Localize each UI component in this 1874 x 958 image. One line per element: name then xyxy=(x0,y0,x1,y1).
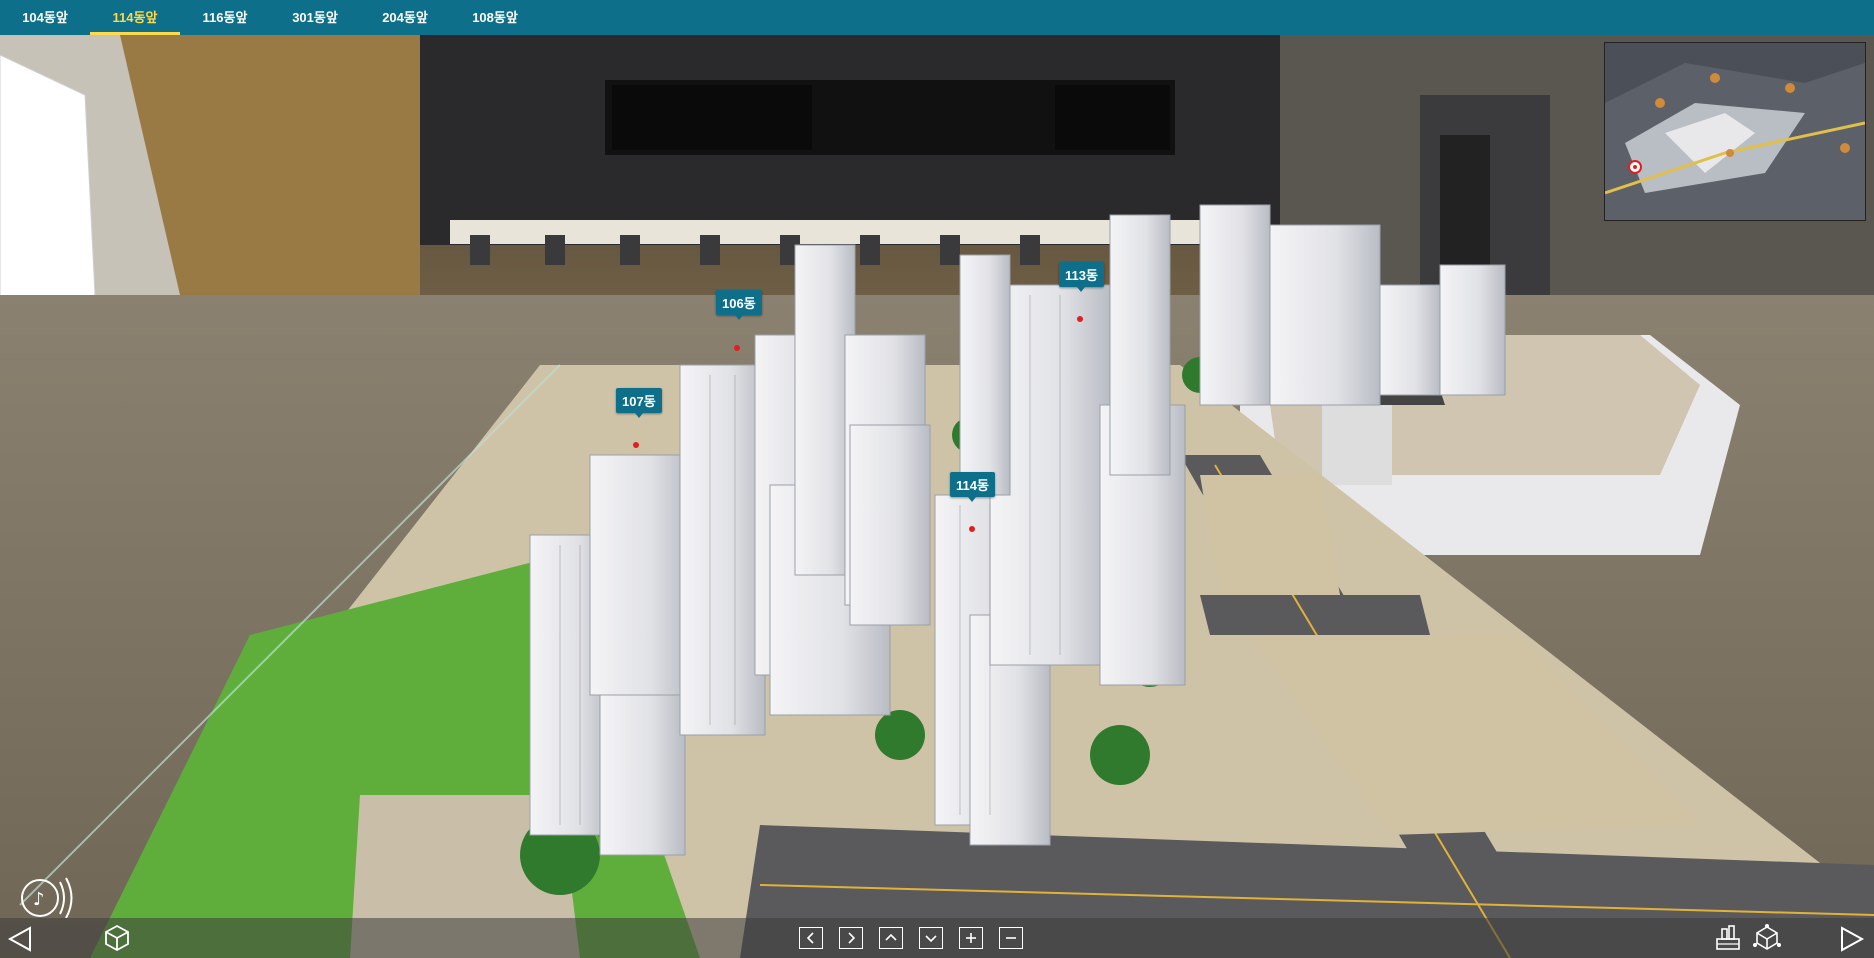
gyro-view-icon[interactable] xyxy=(1752,923,1782,958)
chevron-down-icon xyxy=(925,935,937,943)
chevron-up-icon xyxy=(885,933,897,941)
label-building-107[interactable]: 107동 xyxy=(616,388,662,418)
pan-left-button[interactable] xyxy=(799,927,823,949)
bottom-control-bar: ♪ xyxy=(0,877,1874,958)
minus-icon xyxy=(1006,937,1016,939)
tab-104[interactable]: 104동앞 xyxy=(0,0,90,35)
tab-301[interactable]: 301동앞 xyxy=(270,0,360,35)
plus-icon xyxy=(966,933,976,943)
previous-scene-icon[interactable] xyxy=(6,926,34,957)
model-scene-illustration xyxy=(0,35,1874,958)
label-building-106[interactable]: 106동 xyxy=(716,290,762,320)
pan-down-button[interactable] xyxy=(919,927,943,949)
chevron-left-icon xyxy=(806,932,814,944)
site-minimap[interactable] xyxy=(1604,42,1866,221)
svg-text:♪: ♪ xyxy=(33,889,45,910)
minimap-image xyxy=(1605,43,1865,220)
panorama-view[interactable]: 106동 107동 113동 114동 xyxy=(0,35,1874,958)
pan-up-button[interactable] xyxy=(879,927,903,949)
site-map-icon[interactable] xyxy=(1713,923,1743,958)
tab-116[interactable]: 116동앞 xyxy=(180,0,270,35)
tab-204[interactable]: 204동앞 xyxy=(360,0,450,35)
label-building-114[interactable]: 114동 xyxy=(950,472,995,502)
3d-view-icon[interactable] xyxy=(102,923,132,958)
chevron-right-icon xyxy=(848,932,856,944)
audio-icon[interactable]: ♪ xyxy=(16,868,78,923)
tab-114[interactable]: 114동앞 xyxy=(90,0,180,35)
next-scene-icon[interactable] xyxy=(1838,926,1866,957)
zoom-out-button[interactable] xyxy=(999,927,1023,949)
label-building-113[interactable]: 113동 xyxy=(1059,262,1104,292)
top-tab-bar: 104동앞 114동앞 116동앞 301동앞 204동앞 108동앞 xyxy=(0,0,1874,35)
pan-right-button[interactable] xyxy=(839,927,863,949)
zoom-in-button[interactable] xyxy=(959,927,983,949)
tab-108[interactable]: 108동앞 xyxy=(450,0,540,35)
